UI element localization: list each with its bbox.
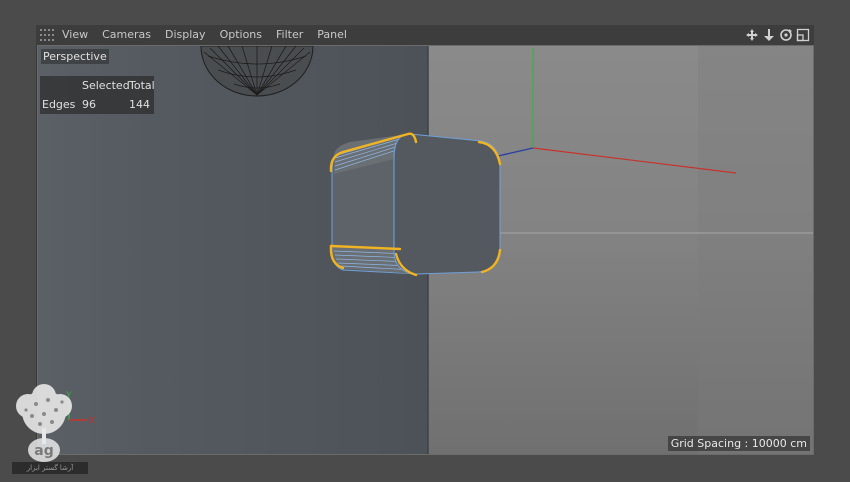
selection-info-hud: Selected Total Edges 96 144: [40, 76, 155, 114]
hud-row-edges: Edges: [42, 98, 76, 111]
rotate-icon[interactable]: [779, 27, 793, 43]
viewport-window: View Cameras Display Options Filter Pane…: [36, 25, 814, 455]
zoom-icon[interactable]: [762, 27, 776, 43]
hud-edges-total: 144: [129, 98, 150, 111]
svg-text:ag: ag: [34, 443, 53, 459]
menu-panel[interactable]: Panel: [317, 28, 347, 41]
scene-render[interactable]: [38, 46, 813, 454]
menu-options[interactable]: Options: [220, 28, 262, 41]
view-name-label[interactable]: Perspective: [41, 49, 109, 64]
menu-display[interactable]: Display: [165, 28, 206, 41]
viewport-menubar: View Cameras Display Options Filter Pane…: [36, 25, 814, 45]
rounded-cube-object[interactable]: [329, 132, 502, 277]
background-strip-far-right: [698, 46, 813, 454]
toggle-view-icon[interactable]: [796, 27, 810, 43]
hud-col-selected: Selected: [82, 79, 130, 92]
hud-col-total: Total: [129, 79, 155, 92]
perspective-viewport[interactable]: Perspective Selected Total Edges 96 144 …: [37, 45, 814, 455]
menu-view[interactable]: View: [62, 28, 88, 41]
menu-cameras[interactable]: Cameras: [102, 28, 151, 41]
grid-spacing-label: Grid Spacing : 10000 cm: [667, 436, 810, 451]
panel-grip-icon[interactable]: [40, 29, 54, 41]
hud-edges-selected: 96: [82, 98, 96, 111]
watermark-caption: آرشا گستر ابزار: [12, 462, 88, 474]
menu-filter[interactable]: Filter: [276, 28, 303, 41]
move-icon[interactable]: [745, 27, 759, 43]
